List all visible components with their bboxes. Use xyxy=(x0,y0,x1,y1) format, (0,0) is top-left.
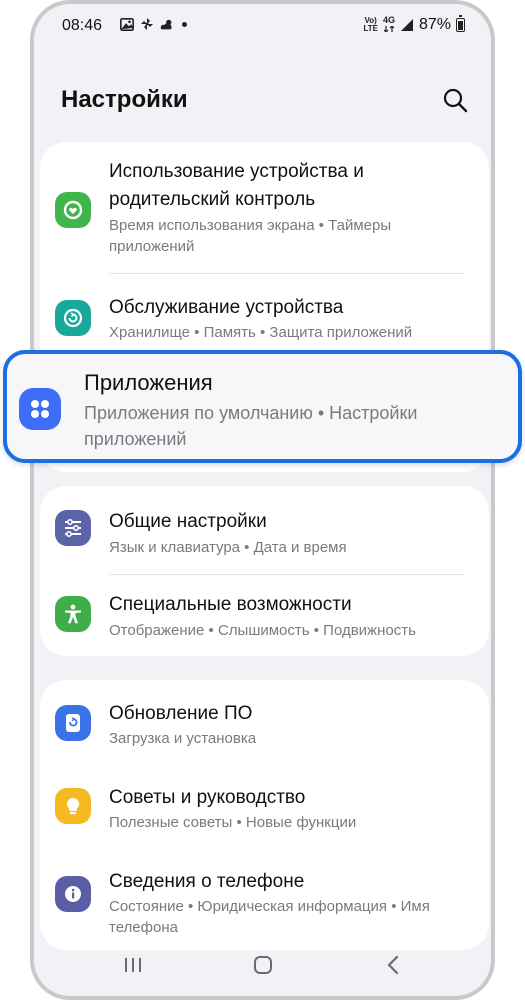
item-title: Использование устройства и родительский … xyxy=(109,161,364,210)
battery-percent: 87% xyxy=(418,16,451,33)
item-subtitle: Время использования экрана • Таймеры при… xyxy=(109,217,392,255)
item-title: Обновление ПО xyxy=(109,703,253,724)
settings-item-about-phone[interactable]: Сведения о телефоне Состояние • Юридичес… xyxy=(40,848,489,948)
tips-bulb-icon xyxy=(55,788,91,824)
settings-item-general[interactable]: Общие настройки Язык и клавиатура • Дата… xyxy=(40,486,489,570)
home-button[interactable] xyxy=(248,950,278,980)
settings-item-tips[interactable]: Советы и руководство Полезные советы • Н… xyxy=(40,764,489,848)
gallery-notification-icon xyxy=(120,17,134,31)
item-subtitle: Состояние • Юридическая информация • Имя… xyxy=(109,898,430,936)
screen: 08:46 Vo) LTE 4G 87% Настройки Использов… xyxy=(34,4,491,996)
item-title: Обслуживание устройства xyxy=(109,297,344,318)
info-icon xyxy=(55,876,91,912)
status-bar: 08:46 Vo) LTE 4G 87% xyxy=(34,4,491,48)
item-title: Специальные возможности xyxy=(109,594,352,615)
settings-item-device-care[interactable]: Обслуживание устройства Хранилище • Памя… xyxy=(40,274,489,354)
item-subtitle: Приложения по умолчанию • Настройки прил… xyxy=(84,403,418,449)
back-button[interactable] xyxy=(378,950,408,980)
navigation-bar xyxy=(34,936,491,996)
item-title: Сведения о телефоне xyxy=(109,871,305,892)
settings-item-apps-highlighted[interactable]: Приложения Приложения по умолчанию • Нас… xyxy=(3,350,522,463)
settings-item-digital-wellbeing[interactable]: Использование устройства и родительский … xyxy=(40,142,489,272)
weather-notification-icon xyxy=(160,17,174,31)
apps-icon xyxy=(19,388,61,430)
network-4g-icon: 4G xyxy=(383,16,395,34)
settings-item-accessibility[interactable]: Специальные возможности Отображение • Сл… xyxy=(40,575,489,656)
home-icon xyxy=(254,956,272,974)
settings-item-software-update[interactable]: Обновление ПО Загрузка и установка xyxy=(40,680,489,764)
item-title: Общие настройки xyxy=(109,511,267,532)
recents-icon xyxy=(125,958,141,972)
status-system-icons: Vo) LTE 4G 87% xyxy=(363,15,465,34)
item-subtitle: Полезные советы • Новые функции xyxy=(109,814,357,831)
status-time: 08:46 xyxy=(62,17,103,34)
page-title: Настройки xyxy=(61,86,188,113)
signal-icon xyxy=(400,18,414,32)
pinwheel-notification-icon xyxy=(140,17,154,31)
item-subtitle: Язык и клавиатура • Дата и время xyxy=(109,539,347,556)
search-icon xyxy=(443,88,468,113)
item-title: Советы и руководство xyxy=(109,787,306,808)
back-icon xyxy=(387,955,399,975)
status-notification-icons xyxy=(120,17,187,31)
settings-card-2: Общие настройки Язык и клавиатура • Дата… xyxy=(40,486,489,656)
network-type: 4G xyxy=(382,15,395,25)
item-title: Приложения xyxy=(84,370,213,395)
general-settings-icon xyxy=(55,510,91,546)
search-button[interactable] xyxy=(441,86,469,114)
item-subtitle: Хранилище • Память • Защита приложений xyxy=(109,324,413,341)
more-notifications-dot xyxy=(182,21,187,27)
item-subtitle: Отображение • Слышимость • Подвижность xyxy=(109,622,416,639)
item-subtitle: Загрузка и установка xyxy=(109,730,257,747)
software-update-icon xyxy=(55,705,91,741)
volte-icon: Vo) LTE xyxy=(363,16,378,33)
recent-apps-button[interactable] xyxy=(118,950,148,980)
settings-card-3: Обновление ПО Загрузка и установка Совет… xyxy=(40,680,489,950)
digital-wellbeing-icon xyxy=(55,192,91,228)
accessibility-icon xyxy=(55,596,91,632)
battery-icon xyxy=(456,15,465,32)
device-care-icon xyxy=(55,300,91,336)
